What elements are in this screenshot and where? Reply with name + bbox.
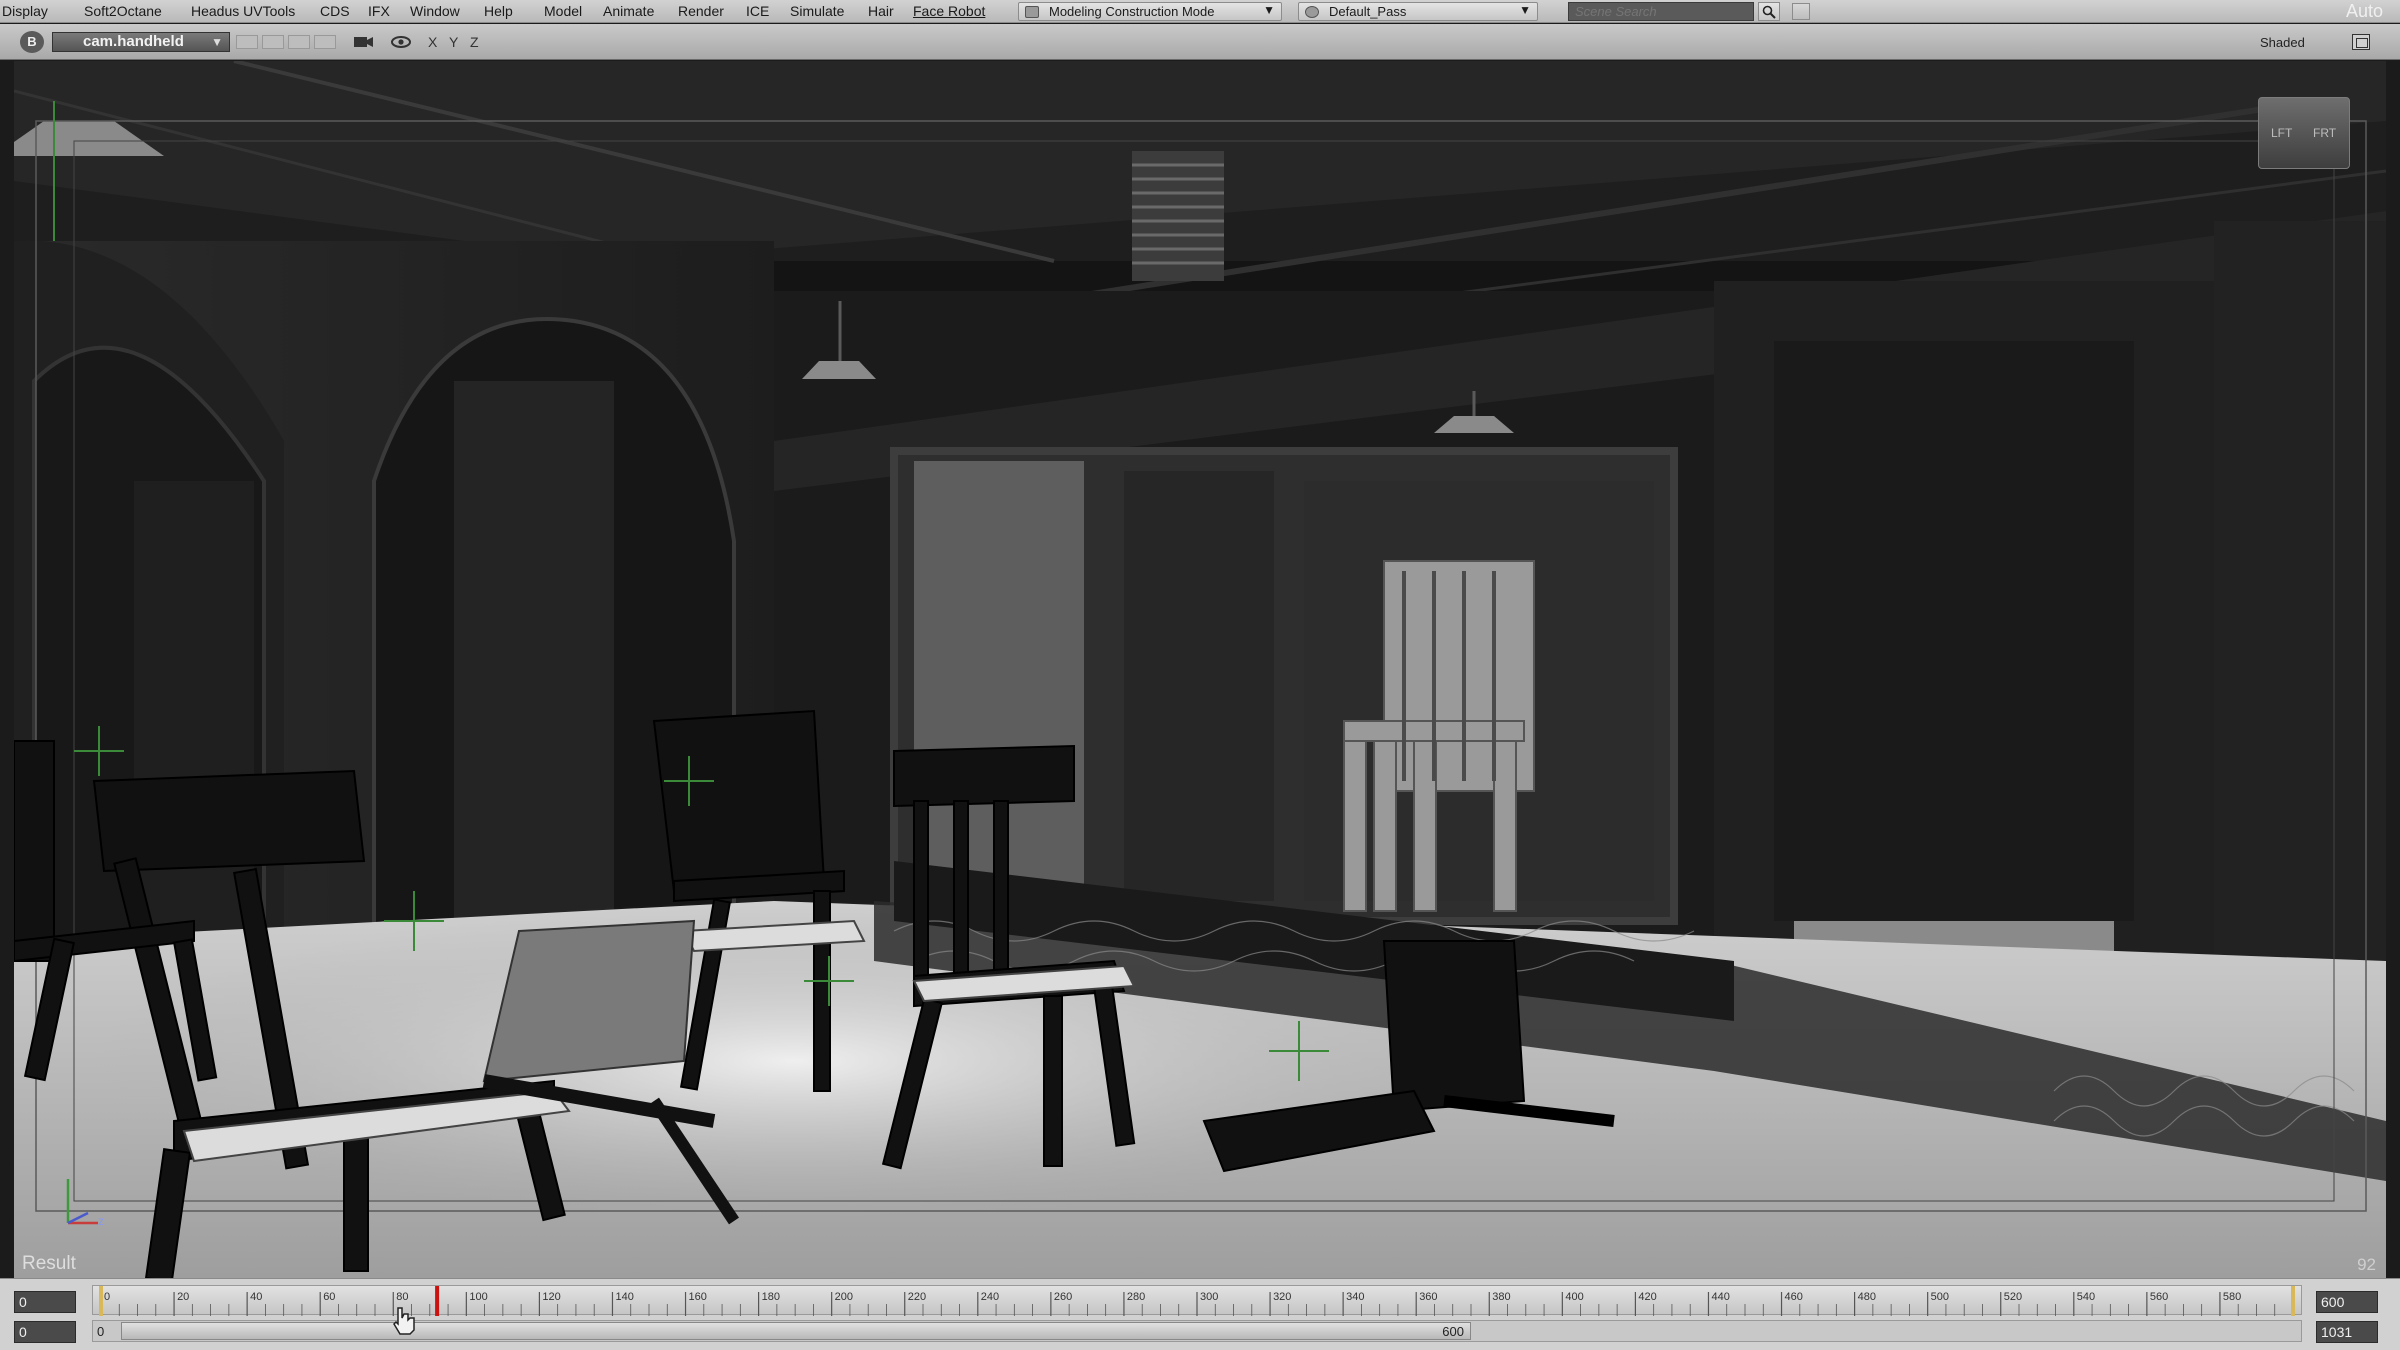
range-inner-end: 600 — [1442, 1324, 1464, 1339]
timeline-ticks: 0 20 40 60 80 100 120 140 160 180 200 220 240 260 280 3… — [99, 1286, 2295, 1316]
result-label: Result — [22, 1253, 76, 1274]
menu-item-hair[interactable]: Hair — [868, 3, 894, 19]
search-options-button[interactable] — [1792, 3, 1810, 20]
chevron-down-icon: ▼ — [1519, 3, 1531, 17]
start-frame-field[interactable] — [14, 1291, 76, 1313]
end-frame-field[interactable] — [2316, 1291, 2378, 1313]
svg-text:z: z — [98, 1214, 104, 1228]
timeline-tick-label: 220 — [908, 1291, 926, 1303]
display-mode-label[interactable]: Shaded — [2260, 35, 2305, 50]
menu-item-help[interactable]: Help — [484, 3, 513, 19]
timeline-tick-label: 200 — [835, 1291, 853, 1303]
main-menu-bar: Display Soft2Octane Headus UVTools CDS IFX Wi… — [0, 0, 2400, 23]
range-end-field[interactable] — [2316, 1321, 2378, 1343]
timeline-tick-label: 100 — [469, 1291, 487, 1303]
timeline-tick-label: 480 — [1858, 1291, 1876, 1303]
view-cube[interactable]: LFT FRT — [2258, 97, 2350, 169]
menu-item-face-robot[interactable]: Face Robot — [913, 3, 985, 19]
timeline-tick-label: 60 — [323, 1291, 335, 1303]
timeline-tick-label: 420 — [1638, 1291, 1656, 1303]
pass-dropdown[interactable]: Default_Pass ▼ — [1298, 2, 1538, 21]
search-icon — [1762, 5, 1776, 19]
range-marker[interactable] — [2291, 1286, 2295, 1316]
menu-item-window[interactable]: Window — [410, 3, 460, 19]
viewport-header: B cam.handheld ▼ X Y Z Shaded — [0, 24, 2400, 60]
timeline-tick-label: 400 — [1565, 1291, 1583, 1303]
view-slot-2[interactable] — [262, 35, 284, 49]
menu-item-render[interactable]: Render — [678, 3, 724, 19]
view-slot-4[interactable] — [314, 35, 336, 49]
timeline-tick-label: 440 — [1711, 1291, 1729, 1303]
scene-search-input[interactable] — [1568, 2, 1754, 21]
range-start-field[interactable] — [14, 1321, 76, 1343]
menu-item-ifx[interactable]: IFX — [368, 3, 390, 19]
timeline-tick-label: 520 — [2004, 1291, 2022, 1303]
timeline-tick-label: 500 — [1931, 1291, 1949, 1303]
timeline-tick-label: 460 — [1785, 1291, 1803, 1303]
chevron-down-icon: ▼ — [211, 35, 223, 49]
view-cube-right: FRT — [2313, 126, 2337, 140]
timeline-tick-label: 300 — [1200, 1291, 1218, 1303]
range-marker[interactable] — [99, 1286, 103, 1316]
maximize-button[interactable] — [2352, 34, 2370, 50]
camera-dropdown[interactable]: cam.handheld ▼ — [52, 32, 230, 52]
timeline-tick-label: 380 — [1492, 1291, 1510, 1303]
timeline-tick-label: 540 — [2077, 1291, 2095, 1303]
menu-item-soft2octane[interactable]: Soft2Octane — [84, 3, 162, 19]
axis-gizmo-icon: z — [66, 1179, 104, 1228]
pass-label: Default_Pass — [1329, 4, 1407, 19]
range-slider[interactable]: 600 — [121, 1322, 1471, 1340]
view-slot-1[interactable] — [236, 35, 258, 49]
app-brand: Auto — [2346, 1, 2384, 21]
timeline-tick-label: 340 — [1346, 1291, 1364, 1303]
timeline-tick-label: 280 — [1127, 1291, 1145, 1303]
timeline-tick-label: 80 — [396, 1291, 408, 1303]
timeline-tick-label: 580 — [2223, 1291, 2241, 1303]
eye-icon[interactable] — [390, 33, 412, 51]
hand-cursor-icon — [393, 1307, 415, 1335]
timeline-tick-label: 120 — [542, 1291, 560, 1303]
menu-item-model[interactable]: Model — [544, 3, 582, 19]
menu-item-display[interactable]: Display — [2, 3, 48, 19]
range-inner-start: 0 — [97, 1324, 105, 1339]
scene-render — [14, 61, 2386, 1278]
construction-mode-label: Modeling Construction Mode — [1049, 4, 1215, 19]
pass-icon — [1305, 6, 1319, 18]
timeline-tick-label: 260 — [1054, 1291, 1072, 1303]
timeline-tick-label: 140 — [615, 1291, 633, 1303]
menu-item-ice[interactable]: ICE — [746, 3, 769, 19]
timeline-tick-label: 560 — [2150, 1291, 2168, 1303]
axis-selector[interactable]: X Y Z — [428, 34, 483, 50]
camera-icon[interactable] — [352, 33, 374, 51]
menu-item-animate[interactable]: Animate — [603, 3, 654, 19]
chevron-down-icon: ▼ — [1263, 3, 1275, 17]
timeline-tick-label: 40 — [250, 1291, 262, 1303]
menu-item-simulate[interactable]: Simulate — [790, 3, 844, 19]
3d-viewport[interactable]: LFT FRT z Result 92 — [14, 61, 2386, 1278]
timeline-tick-label: 240 — [981, 1291, 999, 1303]
timeline-tick-label: 20 — [177, 1291, 189, 1303]
view-slot-3[interactable] — [288, 35, 310, 49]
range-bar[interactable]: 0 600 — [92, 1320, 2302, 1342]
timeline-tick-label: 160 — [689, 1291, 707, 1303]
construction-mode-dropdown[interactable]: Modeling Construction Mode ▼ — [1018, 2, 1282, 21]
timeline-tick-label: 180 — [762, 1291, 780, 1303]
playhead[interactable] — [435, 1286, 440, 1316]
camera-label: cam.handheld — [83, 33, 184, 50]
timeline-tick-label: 0 — [104, 1291, 110, 1303]
timeline: 0 20 40 60 80 100 120 140 160 180 200 220 240 260 280 3… — [0, 1278, 2400, 1350]
timeline-ruler[interactable]: 0 20 40 60 80 100 120 140 160 180 200 220 240 260 280 3… — [92, 1285, 2302, 1316]
timeline-tick-label: 320 — [1273, 1291, 1291, 1303]
menu-item-cds[interactable]: CDS — [320, 3, 350, 19]
viewport-frame-number: 92 — [2357, 1255, 2376, 1274]
view-cube-left: LFT — [2271, 126, 2293, 140]
timeline-tick-label: 360 — [1419, 1291, 1437, 1303]
search-button[interactable] — [1758, 2, 1780, 21]
viewport-letter-button[interactable]: B — [20, 31, 44, 53]
construction-mode-icon — [1025, 6, 1039, 18]
menu-item-headus-uvtools[interactable]: Headus UVTools — [191, 3, 295, 19]
